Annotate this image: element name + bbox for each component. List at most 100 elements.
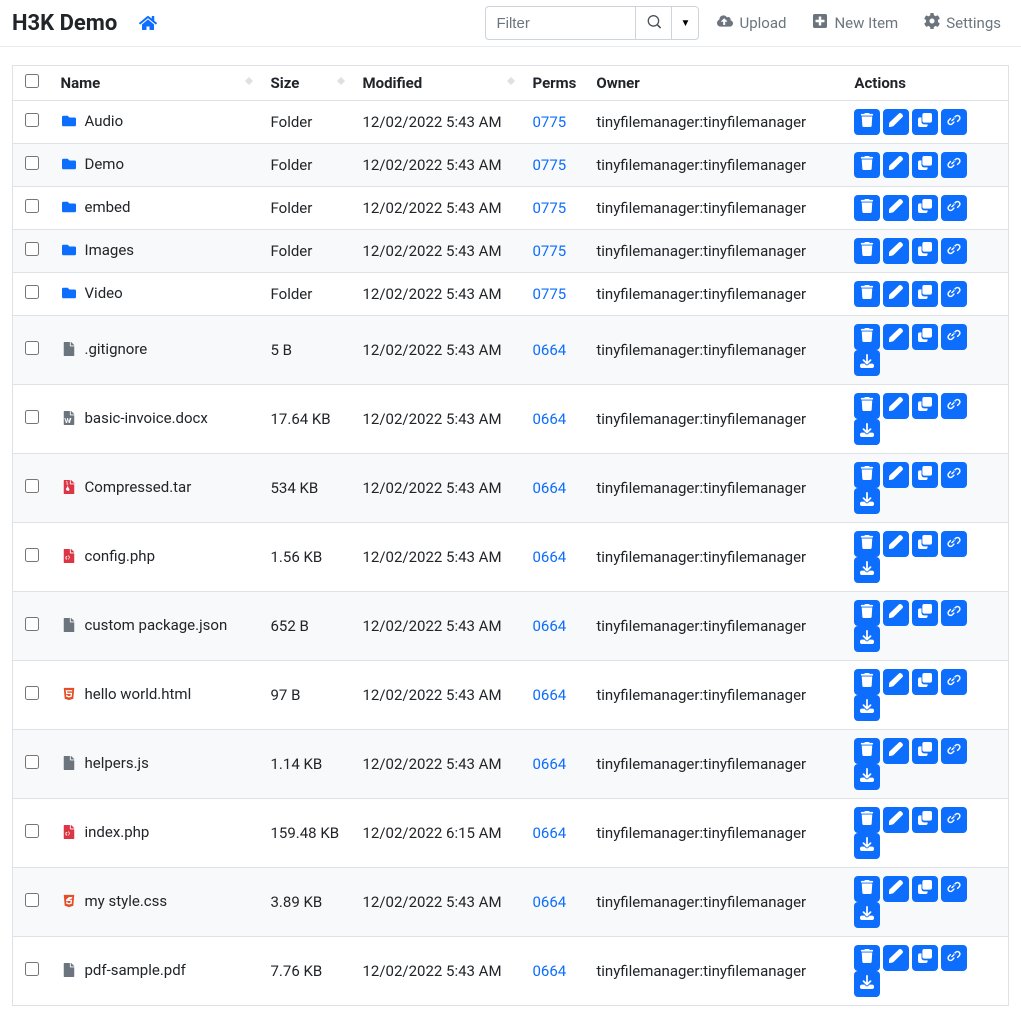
rename-button[interactable] — [883, 738, 909, 764]
row-checkbox[interactable] — [25, 755, 39, 769]
perms-link[interactable]: 0775 — [533, 156, 567, 174]
link-button[interactable] — [941, 945, 967, 971]
file-name-link[interactable]: helpers.js — [61, 754, 149, 772]
copy-button[interactable] — [912, 600, 938, 626]
perms-link[interactable]: 0775 — [533, 242, 567, 260]
search-button[interactable] — [635, 6, 671, 40]
row-checkbox[interactable] — [25, 479, 39, 493]
delete-button[interactable] — [854, 807, 880, 833]
perms-link[interactable]: 0775 — [533, 199, 567, 217]
download-button[interactable] — [854, 833, 880, 859]
copy-button[interactable] — [912, 945, 938, 971]
col-size[interactable]: Size — [261, 66, 353, 101]
perms-link[interactable]: 0664 — [533, 617, 567, 635]
delete-button[interactable] — [854, 738, 880, 764]
col-name[interactable]: Name — [51, 66, 261, 101]
copy-button[interactable] — [912, 807, 938, 833]
link-button[interactable] — [941, 195, 967, 221]
delete-button[interactable] — [854, 945, 880, 971]
link-button[interactable] — [941, 324, 967, 350]
copy-button[interactable] — [912, 152, 938, 178]
rename-button[interactable] — [883, 600, 909, 626]
perms-link[interactable]: 0664 — [533, 893, 567, 911]
download-button[interactable] — [854, 902, 880, 928]
file-name-link[interactable]: index.php — [61, 823, 150, 841]
file-name-link[interactable]: my style.css — [61, 892, 168, 910]
download-button[interactable] — [854, 764, 880, 790]
file-name-link[interactable]: Video — [61, 284, 123, 302]
link-button[interactable] — [941, 238, 967, 264]
row-checkbox[interactable] — [25, 962, 39, 976]
copy-button[interactable] — [912, 462, 938, 488]
link-button[interactable] — [941, 393, 967, 419]
file-name-link[interactable]: .gitignore — [61, 340, 148, 358]
copy-button[interactable] — [912, 738, 938, 764]
upload-button[interactable]: Upload — [709, 7, 794, 39]
perms-link[interactable]: 0664 — [533, 410, 567, 428]
link-button[interactable] — [941, 109, 967, 135]
row-checkbox[interactable] — [25, 285, 39, 299]
rename-button[interactable] — [883, 669, 909, 695]
perms-link[interactable]: 0664 — [533, 548, 567, 566]
download-button[interactable] — [854, 695, 880, 721]
rename-button[interactable] — [883, 324, 909, 350]
delete-button[interactable] — [854, 152, 880, 178]
perms-link[interactable]: 0664 — [533, 479, 567, 497]
row-checkbox[interactable] — [25, 113, 39, 127]
delete-button[interactable] — [854, 324, 880, 350]
file-name-link[interactable]: hello world.html — [61, 685, 192, 703]
copy-button[interactable] — [912, 324, 938, 350]
row-checkbox[interactable] — [25, 548, 39, 562]
delete-button[interactable] — [854, 109, 880, 135]
file-name-link[interactable]: pdf-sample.pdf — [61, 961, 186, 979]
link-button[interactable] — [941, 462, 967, 488]
row-checkbox[interactable] — [25, 410, 39, 424]
link-button[interactable] — [941, 669, 967, 695]
file-name-link[interactable]: Audio — [61, 112, 124, 130]
perms-link[interactable]: 0664 — [533, 824, 567, 842]
link-button[interactable] — [941, 807, 967, 833]
rename-button[interactable] — [883, 531, 909, 557]
new-item-button[interactable]: New Item — [804, 7, 906, 39]
row-checkbox[interactable] — [25, 686, 39, 700]
copy-button[interactable] — [912, 393, 938, 419]
rename-button[interactable] — [883, 807, 909, 833]
rename-button[interactable] — [883, 462, 909, 488]
download-button[interactable] — [854, 350, 880, 376]
row-checkbox[interactable] — [25, 341, 39, 355]
perms-link[interactable]: 0775 — [533, 285, 567, 303]
link-button[interactable] — [941, 281, 967, 307]
copy-button[interactable] — [912, 876, 938, 902]
delete-button[interactable] — [854, 393, 880, 419]
delete-button[interactable] — [854, 600, 880, 626]
delete-button[interactable] — [854, 531, 880, 557]
row-checkbox[interactable] — [25, 893, 39, 907]
link-button[interactable] — [941, 600, 967, 626]
delete-button[interactable] — [854, 238, 880, 264]
rename-button[interactable] — [883, 281, 909, 307]
file-name-link[interactable]: Demo — [61, 155, 125, 173]
col-modified[interactable]: Modified — [353, 66, 523, 101]
copy-button[interactable] — [912, 195, 938, 221]
link-button[interactable] — [941, 152, 967, 178]
copy-button[interactable] — [912, 669, 938, 695]
rename-button[interactable] — [883, 945, 909, 971]
home-icon[interactable] — [139, 14, 157, 32]
rename-button[interactable] — [883, 876, 909, 902]
filter-input[interactable] — [485, 6, 635, 40]
filter-dropdown-button[interactable]: ▼ — [671, 6, 699, 40]
link-button[interactable] — [941, 876, 967, 902]
file-name-link[interactable]: custom package.json — [61, 616, 228, 634]
download-button[interactable] — [854, 557, 880, 583]
copy-button[interactable] — [912, 238, 938, 264]
delete-button[interactable] — [854, 462, 880, 488]
col-owner[interactable]: Owner — [586, 66, 844, 101]
download-button[interactable] — [854, 419, 880, 445]
rename-button[interactable] — [883, 109, 909, 135]
copy-button[interactable] — [912, 281, 938, 307]
perms-link[interactable]: 0775 — [533, 113, 567, 131]
row-checkbox[interactable] — [25, 617, 39, 631]
copy-button[interactable] — [912, 109, 938, 135]
delete-button[interactable] — [854, 281, 880, 307]
row-checkbox[interactable] — [25, 242, 39, 256]
